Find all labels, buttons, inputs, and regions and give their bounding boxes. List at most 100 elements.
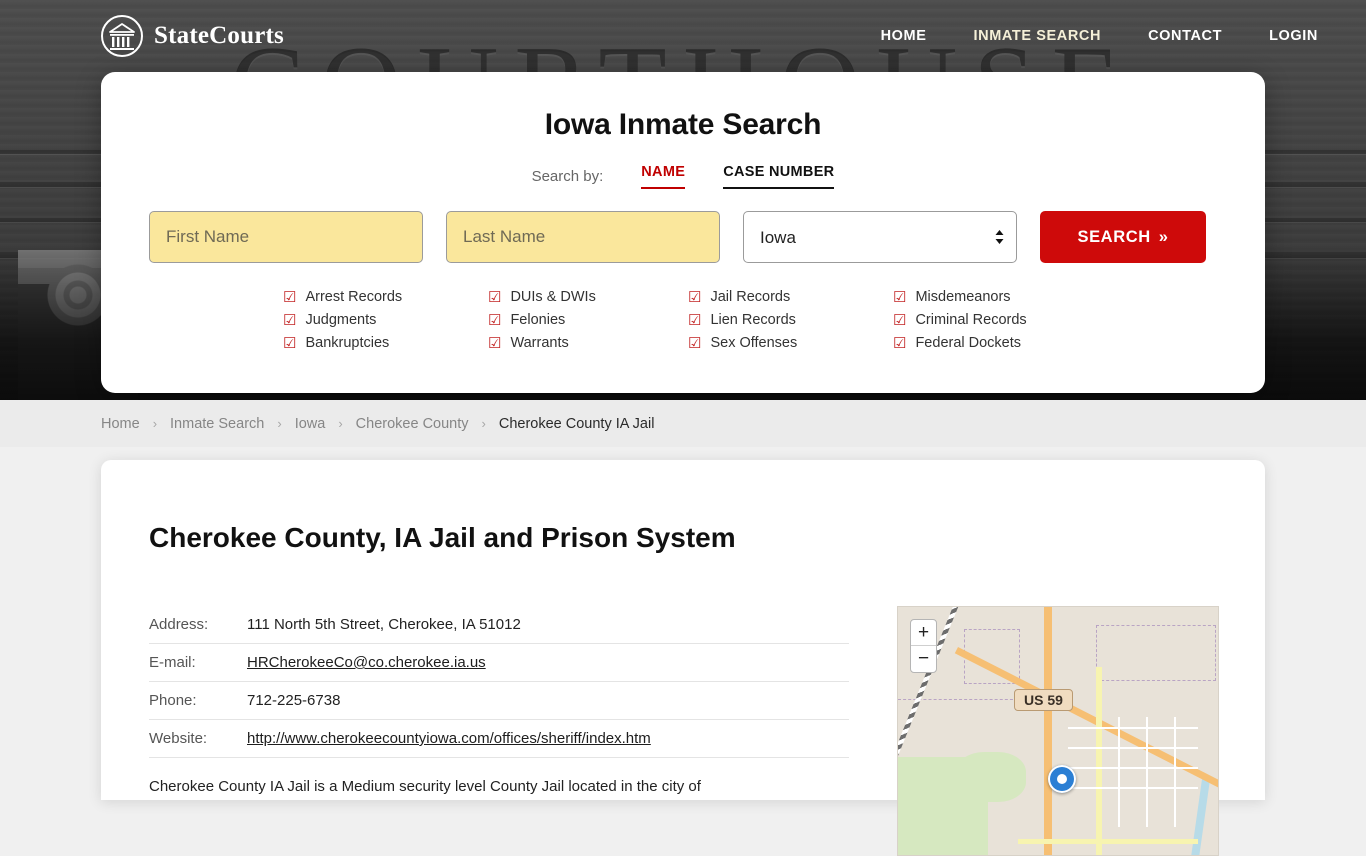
map-zoom-in-button[interactable]: + <box>911 620 936 646</box>
record-type-label: Arrest Records <box>305 289 403 305</box>
detail-body: Address: 111 North 5th Street, Cherokee,… <box>149 606 1219 856</box>
record-type-label: DUIs & DWIs <box>510 289 596 305</box>
checkbox-checked-icon: ☑ <box>688 288 702 306</box>
tab-search-by-case-number[interactable]: CASE NUMBER <box>723 164 835 189</box>
email-link[interactable]: HRCherokeeCo@co.cherokee.ia.us <box>247 654 486 671</box>
info-key: Website: <box>149 719 247 758</box>
map-street <box>1146 717 1148 827</box>
checkbox-checked-icon: ☑ <box>893 334 907 352</box>
hero-banner: COURTHOUSE StateCourts HOME INMATE SEARC… <box>0 0 1366 400</box>
record-type-label: Criminal Records <box>915 312 1027 328</box>
record-type-item[interactable]: ☑ Misdemeanors <box>893 289 1217 305</box>
nav-item-inmate-search[interactable]: INMATE SEARCH <box>974 28 1102 44</box>
record-type-checkbox-grid: ☑ Arrest Records ☑ DUIs & DWIs ☑ Jail Recor… <box>283 289 1217 351</box>
inmate-search-card: Iowa Inmate Search Search by: NAME CASE … <box>101 72 1265 393</box>
table-row: Phone: 712-225-6738 <box>149 681 849 720</box>
tab-search-by-name[interactable]: NAME <box>641 164 686 189</box>
breadcrumb-item-current: Cherokee County IA Jail <box>498 415 655 432</box>
map-park-area <box>956 752 1026 802</box>
highway-shield-label: US 59 <box>1014 689 1073 711</box>
facility-detail-card: Cherokee County, IA Jail and Prison Syst… <box>101 460 1265 856</box>
record-type-item[interactable]: ☑ Felonies <box>488 312 688 328</box>
record-type-item[interactable]: ☑ DUIs & DWIs <box>488 289 688 305</box>
record-type-label: Jail Records <box>710 289 791 305</box>
record-type-label: Lien Records <box>710 312 796 328</box>
state-select[interactable]: Iowa <box>743 211 1017 263</box>
search-button-label: SEARCH <box>1077 227 1151 246</box>
last-name-input[interactable] <box>446 211 720 263</box>
search-panel-title: Iowa Inmate Search <box>544 108 822 141</box>
map-road-minor <box>1096 667 1102 855</box>
record-type-item[interactable]: ☑ Arrest Records <box>283 289 488 305</box>
map-highway-vertical <box>1044 607 1052 855</box>
search-by-row: Search by: NAME CASE NUMBER <box>149 164 1217 189</box>
checkbox-checked-icon: ☑ <box>488 334 502 352</box>
map-zoom-controls: + − <box>910 619 937 673</box>
brand-name: StateCourts <box>154 22 284 49</box>
checkbox-checked-icon: ☑ <box>893 311 907 329</box>
record-type-label: Misdemeanors <box>915 289 1011 305</box>
record-type-item[interactable]: ☑ Sex Offenses <box>688 335 893 351</box>
breadcrumb: Home › Inmate Search › Iowa › Cherokee C… <box>0 400 1366 447</box>
state-select-wrapper: Iowa <box>743 211 1017 263</box>
brand-logo-group[interactable]: StateCourts <box>100 14 284 58</box>
info-value-phone: 712-225-6738 <box>247 681 849 720</box>
table-row: E-mail: HRCherokeeCo@co.cherokee.ia.us <box>149 643 849 682</box>
breadcrumb-item-home[interactable]: Home <box>101 416 140 432</box>
checkbox-checked-icon: ☑ <box>893 288 907 306</box>
map-street <box>1118 717 1120 827</box>
record-type-label: Sex Offenses <box>710 335 798 351</box>
info-key: Address: <box>149 606 247 644</box>
record-type-item[interactable]: ☑ Criminal Records <box>893 312 1217 328</box>
info-key: E-mail: <box>149 643 247 682</box>
breadcrumb-item-inmate-search[interactable]: Inmate Search <box>170 416 264 432</box>
checkbox-checked-icon: ☑ <box>688 334 702 352</box>
double-chevron-right-icon: » <box>1158 227 1169 246</box>
breadcrumb-item-cherokee-county[interactable]: Cherokee County <box>356 416 469 432</box>
nav-item-login[interactable]: LOGIN <box>1269 28 1318 44</box>
record-type-item[interactable]: ☑ Jail Records <box>688 289 893 305</box>
facility-description: Cherokee County IA Jail is a Medium secu… <box>149 778 701 795</box>
record-type-item[interactable]: ☑ Federal Dockets <box>893 335 1217 351</box>
map-street <box>1174 717 1176 827</box>
map-street <box>1068 787 1198 789</box>
checkbox-checked-icon: ☑ <box>283 288 297 306</box>
record-type-item[interactable]: ☑ Judgments <box>283 312 488 328</box>
website-link[interactable]: http://www.cherokeecountyiowa.com/office… <box>247 730 651 747</box>
page-title: Cherokee County, IA Jail and Prison Syst… <box>149 522 736 553</box>
nav-item-home[interactable]: HOME <box>881 28 927 44</box>
info-value-address: 111 North 5th Street, Cherokee, IA 51012 <box>247 606 849 644</box>
checkbox-checked-icon: ☑ <box>488 288 502 306</box>
top-navigation-bar: StateCourts HOME INMATE SEARCH CONTACT L… <box>0 0 1366 72</box>
location-map[interactable]: US 59 + − <box>897 606 1219 856</box>
facility-info-table: Address: 111 North 5th Street, Cherokee,… <box>149 606 849 758</box>
search-form-row: Iowa SEARCH » <box>149 211 1217 263</box>
map-boundary-dashed <box>1096 625 1216 681</box>
info-key: Phone: <box>149 681 247 720</box>
record-type-item[interactable]: ☑ Lien Records <box>688 312 893 328</box>
map-street <box>1068 747 1198 749</box>
map-street <box>1068 767 1198 769</box>
record-type-label: Bankruptcies <box>305 335 390 351</box>
main-nav-links: HOME INMATE SEARCH CONTACT LOGIN <box>881 28 1326 44</box>
record-type-item[interactable]: ☑ Bankruptcies <box>283 335 488 351</box>
search-by-label: Search by: <box>531 168 604 185</box>
map-zoom-out-button[interactable]: − <box>911 646 936 672</box>
checkbox-checked-icon: ☑ <box>688 311 702 329</box>
record-type-label: Federal Dockets <box>915 335 1022 351</box>
map-road-minor <box>1018 839 1198 844</box>
checkbox-checked-icon: ☑ <box>488 311 502 329</box>
info-value-website: http://www.cherokeecountyiowa.com/office… <box>247 719 849 758</box>
first-name-input[interactable] <box>149 211 423 263</box>
record-type-label: Felonies <box>510 312 566 328</box>
checkbox-checked-icon: ☑ <box>283 311 297 329</box>
nav-item-contact[interactable]: CONTACT <box>1148 28 1222 44</box>
chevron-right-icon: › <box>338 416 343 431</box>
location-marker-icon[interactable] <box>1048 765 1076 793</box>
breadcrumb-item-iowa[interactable]: Iowa <box>295 416 326 432</box>
search-button[interactable]: SEARCH » <box>1040 211 1206 263</box>
checkbox-checked-icon: ☑ <box>283 334 297 352</box>
record-type-item[interactable]: ☑ Warrants <box>488 335 688 351</box>
chevron-right-icon: › <box>481 416 486 431</box>
record-type-label: Judgments <box>305 312 377 328</box>
